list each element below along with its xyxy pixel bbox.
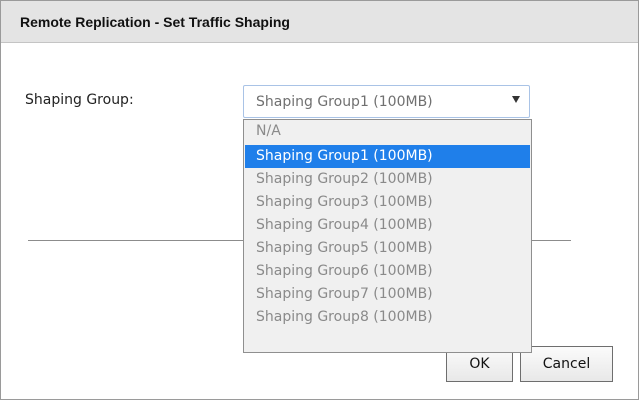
dialog-titlebar: Remote Replication - Set Traffic Shaping [1, 1, 638, 43]
shaping-group-select[interactable]: Shaping Group1 (100MB) [243, 85, 530, 118]
dropdown-option-shaping-group3[interactable]: Shaping Group3 (100MB) [245, 191, 530, 214]
cancel-button[interactable]: Cancel [520, 346, 613, 382]
dropdown-option-na[interactable]: N/A [245, 120, 530, 143]
dropdown-option-shaping-group2[interactable]: Shaping Group2 (100MB) [245, 168, 530, 191]
dropdown-option-shaping-group8[interactable]: Shaping Group8 (100MB) [245, 306, 530, 329]
dropdown-option-shaping-group5[interactable]: Shaping Group5 (100MB) [245, 237, 530, 260]
shaping-group-dropdown-list: N/A Shaping Group1 (100MB) Shaping Group… [243, 119, 532, 353]
shaping-group-label: Shaping Group: [25, 92, 134, 108]
dropdown-option-shaping-group7[interactable]: Shaping Group7 (100MB) [245, 283, 530, 306]
dialog-title: Remote Replication - Set Traffic Shaping [20, 14, 290, 30]
dropdown-option-shaping-group1[interactable]: Shaping Group1 (100MB) [245, 145, 530, 168]
dropdown-option-shaping-group6[interactable]: Shaping Group6 (100MB) [245, 260, 530, 283]
traffic-shaping-dialog: Remote Replication - Set Traffic Shaping… [0, 0, 639, 400]
shaping-group-select-value: Shaping Group1 (100MB) [256, 94, 433, 110]
chevron-down-icon [512, 96, 520, 103]
dropdown-option-shaping-group4[interactable]: Shaping Group4 (100MB) [245, 214, 530, 237]
